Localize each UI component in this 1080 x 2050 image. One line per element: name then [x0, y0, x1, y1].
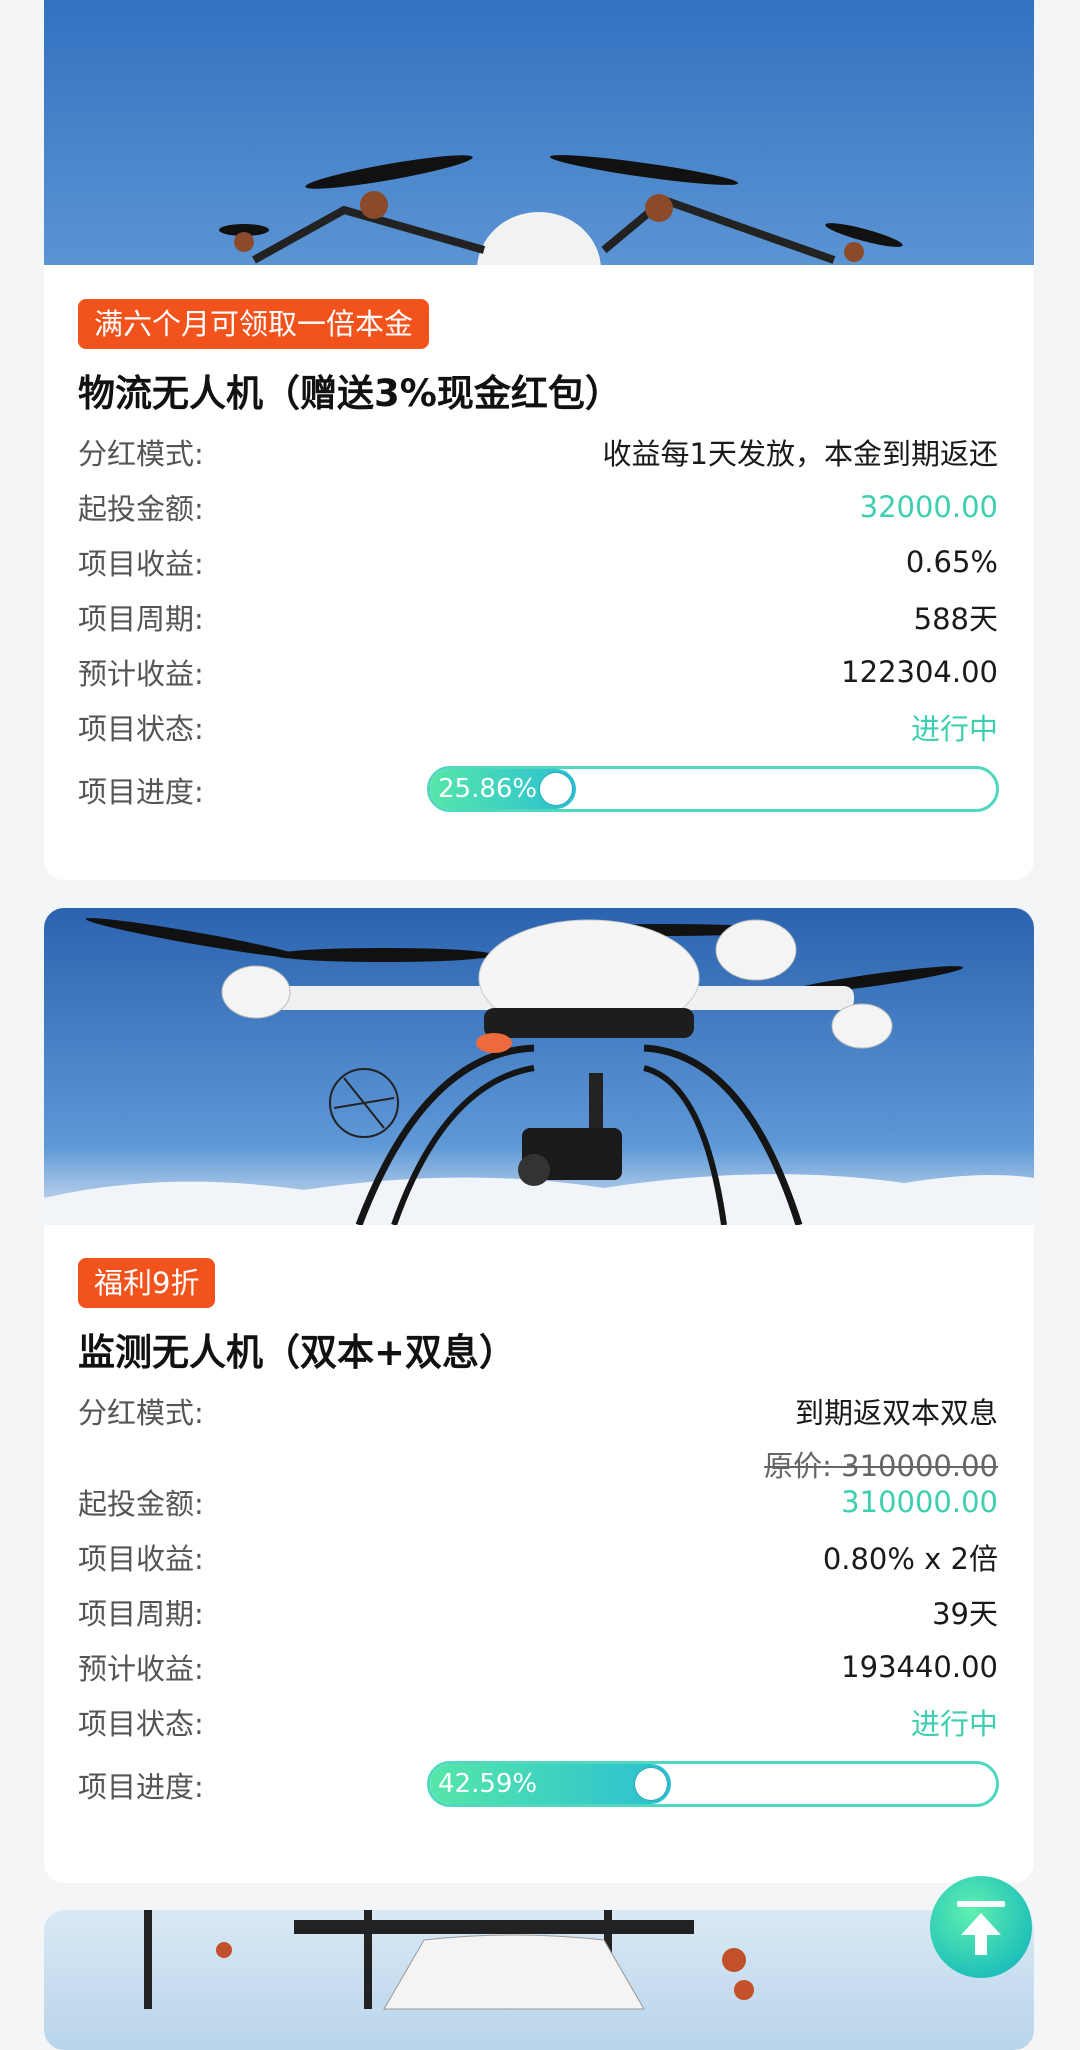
row-label: 分红模式: — [78, 1396, 204, 1430]
info-row-status: 项目状态: 进行中 — [78, 1700, 998, 1744]
product-card-monitoring-drone[interactable]: 福利9折 监测无人机（双本+双息） 分红模式: 到期返双本双息 原价: 3100… — [44, 908, 1034, 1883]
row-label: 起投金额: — [78, 492, 204, 526]
info-row-yield: 项目收益: 0.65% — [78, 540, 998, 584]
progress-bar: 25.86% — [427, 766, 999, 812]
arrow-up-to-line-icon — [957, 1901, 1005, 1955]
row-label: 项目周期: — [78, 1597, 204, 1631]
progress-bar: 42.59% — [427, 1761, 999, 1807]
row-value: 193440.00 — [841, 1650, 998, 1684]
row-label: 项目进度: — [78, 775, 204, 809]
product-title[interactable]: 物流无人机（赠送3%现金红包） — [78, 363, 622, 417]
row-value: 0.65% — [905, 545, 998, 579]
info-row-status: 项目状态: 进行中 — [78, 705, 998, 749]
monitoring-drone-image — [44, 908, 1034, 1225]
row-label: 项目收益: — [78, 547, 204, 581]
row-label: 项目进度: — [78, 1770, 204, 1804]
info-row-dividend-mode: 分红模式: 到期返双本双息 — [78, 1389, 998, 1433]
status-badge: 进行中 — [910, 712, 998, 746]
row-value: 32000.00 — [859, 490, 998, 524]
product-card-agri-drone[interactable] — [44, 1910, 1034, 2050]
row-label: 预计收益: — [78, 1652, 204, 1686]
info-row-min-investment: 起投金额: 32000.00 — [78, 485, 998, 529]
back-to-top-button[interactable] — [930, 1876, 1032, 1978]
promo-tag: 福利9折 — [78, 1258, 216, 1308]
row-label: 项目状态: — [78, 712, 204, 746]
row-label: 分红模式: — [78, 437, 204, 471]
row-label: 项目周期: — [78, 602, 204, 636]
row-value: 122304.00 — [841, 655, 998, 689]
product-title[interactable]: 监测无人机（双本+双息） — [78, 1322, 516, 1376]
promo-tag: 满六个月可领取一倍本金 — [78, 299, 430, 349]
row-value: 310000.00 — [841, 1485, 998, 1519]
progress-percent: 42.59% — [438, 1769, 538, 1799]
info-row-min-investment: 起投金额: 310000.00 — [78, 1480, 998, 1524]
info-row-expected-income: 预计收益: 193440.00 — [78, 1645, 998, 1689]
row-value: 0.80% x 2倍 — [822, 1542, 998, 1576]
info-row-expected-income: 预计收益: 122304.00 — [78, 650, 998, 694]
info-row-term: 项目周期: 39天 — [78, 1590, 998, 1634]
row-value: 39天 — [932, 1597, 998, 1631]
status-badge: 进行中 — [910, 1707, 998, 1741]
product-card-logistics-drone[interactable]: 满六个月可领取一倍本金 物流无人机（赠送3%现金红包） 分红模式: 收益每1天发… — [44, 0, 1034, 880]
agri-drone-image — [44, 1910, 1034, 2050]
row-label: 项目收益: — [78, 1542, 204, 1576]
info-row-dividend-mode: 分红模式: 收益每1天发放，本金到期返还 — [78, 430, 998, 474]
progress-percent: 25.86% — [438, 774, 538, 804]
row-value: 到期返双本双息 — [794, 1396, 998, 1430]
progress-knob — [635, 1768, 668, 1800]
row-value: 588天 — [913, 602, 998, 636]
row-label: 预计收益: — [78, 657, 204, 691]
logistics-drone-image — [44, 0, 1034, 265]
info-row-yield: 项目收益: 0.80% x 2倍 — [78, 1535, 998, 1579]
info-row-term: 项目周期: 588天 — [78, 595, 998, 639]
row-label: 项目状态: — [78, 1707, 204, 1741]
row-value: 收益每1天发放，本金到期返还 — [602, 437, 998, 471]
row-label: 起投金额: — [78, 1487, 204, 1521]
original-price: 原价: 310000.00 — [764, 1449, 998, 1483]
